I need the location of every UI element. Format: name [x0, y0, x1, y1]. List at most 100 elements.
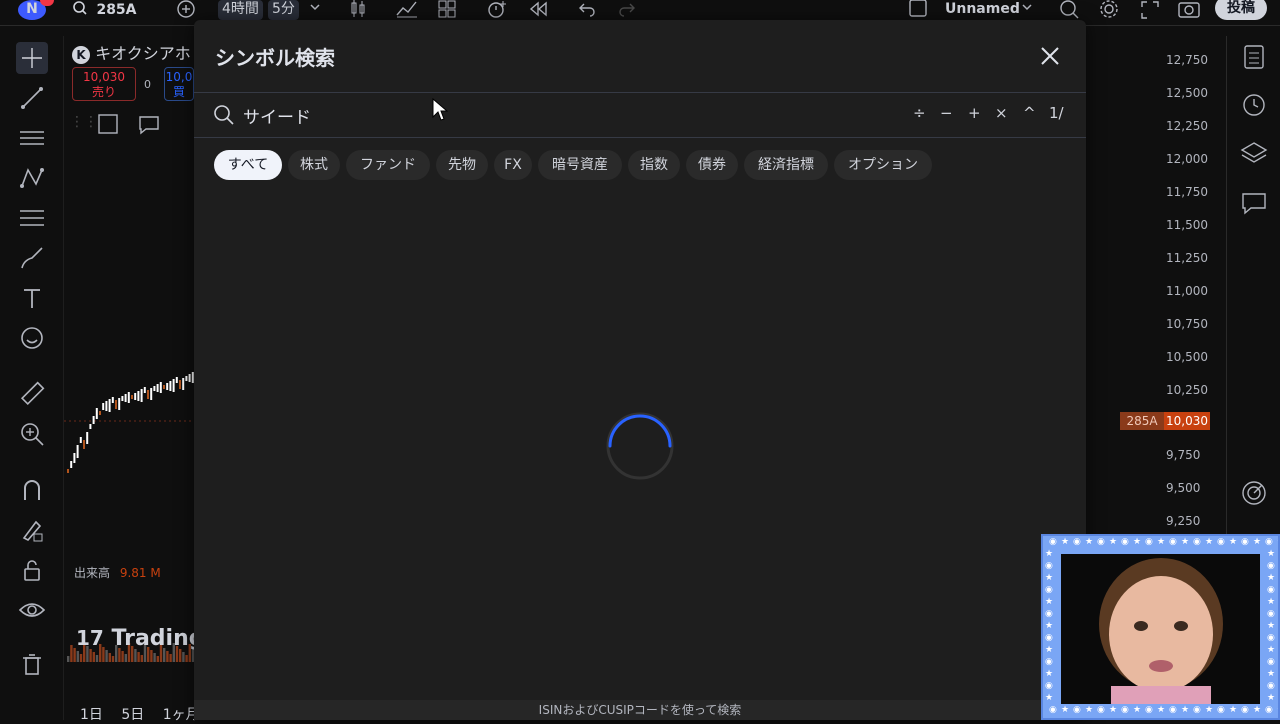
multiply-op-button[interactable]: × — [995, 104, 1008, 122]
star-decoration: ◉ — [1265, 705, 1273, 715]
power-op-button[interactable]: ^ — [1023, 104, 1036, 122]
timeframe-5d[interactable]: 5日 — [121, 707, 144, 723]
compare-add-icon[interactable] — [176, 0, 196, 20]
redo-icon[interactable] — [618, 0, 636, 20]
layout-chevron-icon[interactable] — [1020, 0, 1034, 20]
filter-economy[interactable]: 経済指標 — [744, 150, 828, 180]
interval-5m[interactable]: 5分 — [268, 0, 299, 20]
minus-op-button[interactable]: − — [940, 104, 953, 122]
candle — [185, 376, 188, 381]
star-decoration: ◉ — [1193, 537, 1201, 547]
chat-icon[interactable] — [1239, 188, 1269, 218]
close-icon[interactable] — [1036, 42, 1064, 70]
symbol-search-dialog: シンボル検索 ÷ − + × ^ 1/ すべて 株式 ファンド 先物 FX 暗号… — [194, 20, 1086, 720]
volume-bar — [92, 652, 95, 662]
reciprocal-op-button[interactable]: 1/ — [1049, 104, 1064, 122]
replay-icon[interactable] — [528, 0, 548, 20]
star-decoration: ◉ — [1073, 537, 1081, 547]
sell-button[interactable]: 10,030 売り — [72, 67, 136, 101]
trend-line-icon[interactable] — [16, 82, 48, 114]
interval-4h[interactable]: 4時間 — [218, 0, 263, 20]
candle — [163, 385, 165, 389]
filter-fx[interactable]: FX — [494, 150, 532, 180]
symbol-search-input[interactable] — [243, 101, 843, 129]
lock-draw-icon[interactable] — [16, 514, 48, 546]
plus-op-button[interactable]: + — [968, 104, 981, 122]
comment-icon[interactable] — [138, 114, 160, 140]
star-decoration: ★ — [1229, 537, 1237, 547]
alerts-clock-icon[interactable] — [1239, 90, 1269, 120]
price-axis-label: 10,500 — [1166, 350, 1208, 364]
drag-handle-icon[interactable]: ⋮⋮ — [70, 114, 98, 130]
camera-icon[interactable] — [1178, 0, 1200, 20]
trash-icon[interactable] — [16, 648, 48, 680]
filter-funds[interactable]: ファンド — [346, 150, 430, 180]
magnet-icon[interactable] — [16, 474, 48, 506]
star-decoration: ◉ — [1217, 537, 1225, 547]
star-decoration: ◉ — [1045, 657, 1053, 667]
candle — [143, 387, 146, 393]
radar-icon[interactable] — [1239, 478, 1269, 508]
pattern-icon[interactable] — [16, 162, 48, 194]
filter-stocks[interactable]: 株式 — [288, 150, 340, 180]
volume-bar — [166, 651, 169, 662]
timeframe-1d[interactable]: 1日 — [80, 707, 103, 723]
filter-crypto[interactable]: 暗号資産 — [538, 150, 622, 180]
sell-label: 売り — [91, 85, 116, 99]
candle — [102, 403, 105, 410]
emoji-icon[interactable] — [16, 322, 48, 354]
drawing-toolbar — [0, 36, 64, 720]
watchlist-icon[interactable] — [1239, 42, 1269, 72]
star-decoration: ◉ — [1267, 633, 1275, 643]
settings-gear-icon[interactable] — [1098, 0, 1120, 20]
filter-options[interactable]: オプション — [834, 150, 932, 180]
volume-bar — [111, 656, 115, 662]
horizontal-lines-icon[interactable] — [16, 122, 48, 154]
indicators-icon[interactable] — [396, 0, 418, 20]
unlock-icon[interactable] — [16, 554, 48, 586]
volume-bar — [105, 650, 108, 662]
filter-futures[interactable]: 先物 — [436, 150, 488, 180]
candle-style-icon[interactable] — [348, 0, 368, 20]
select-frame-icon[interactable] — [96, 112, 120, 140]
candle — [111, 397, 114, 403]
quick-search-icon[interactable] — [1058, 0, 1080, 20]
layout-name[interactable]: Unnamed — [945, 0, 1020, 20]
ruler-icon[interactable] — [16, 378, 48, 410]
star-decoration: ★ — [1267, 693, 1275, 703]
candle — [127, 392, 130, 403]
brush-icon[interactable] — [16, 242, 48, 274]
filter-indices[interactable]: 指数 — [628, 150, 680, 180]
alert-add-icon[interactable] — [486, 0, 508, 20]
symbol-price-tag: 285A — [1120, 412, 1164, 430]
star-decoration: ◉ — [1217, 705, 1225, 715]
crosshair-icon[interactable] — [16, 42, 48, 74]
text-tool-icon[interactable] — [16, 282, 48, 314]
star-decoration: ★ — [1253, 705, 1261, 715]
star-decoration: ◉ — [1049, 537, 1057, 547]
layout-grid-icon[interactable] — [438, 0, 456, 20]
star-decoration: ★ — [1205, 537, 1213, 547]
volume-bar — [169, 654, 172, 662]
eye-icon[interactable] — [16, 594, 48, 626]
timeframe-bar: 1日 5日 1ヶ月 — [80, 704, 200, 724]
symbol-search-button[interactable]: 285A — [72, 0, 137, 20]
chevron-down-icon[interactable] — [308, 0, 322, 20]
candle — [134, 393, 137, 400]
zoom-in-icon[interactable] — [16, 418, 48, 450]
star-decoration: ◉ — [1267, 681, 1275, 691]
divide-op-button[interactable]: ÷ — [913, 104, 926, 122]
fib-tool-icon[interactable] — [16, 202, 48, 234]
star-decoration: ◉ — [1045, 561, 1053, 571]
layers-icon[interactable] — [1239, 138, 1269, 168]
filter-all[interactable]: すべて — [214, 150, 282, 180]
buy-button[interactable]: 10,0 買 — [164, 67, 194, 101]
undo-icon[interactable] — [578, 0, 596, 20]
filter-bonds[interactable]: 債券 — [686, 150, 738, 180]
candles — [64, 372, 194, 473]
post-button[interactable]: 投稿 — [1215, 0, 1267, 20]
layout-checkbox-icon[interactable] — [908, 0, 928, 20]
search-row: ÷ − + × ^ 1/ — [194, 92, 1086, 138]
fullscreen-icon[interactable] — [1140, 0, 1160, 20]
star-decoration: ★ — [1267, 645, 1275, 655]
